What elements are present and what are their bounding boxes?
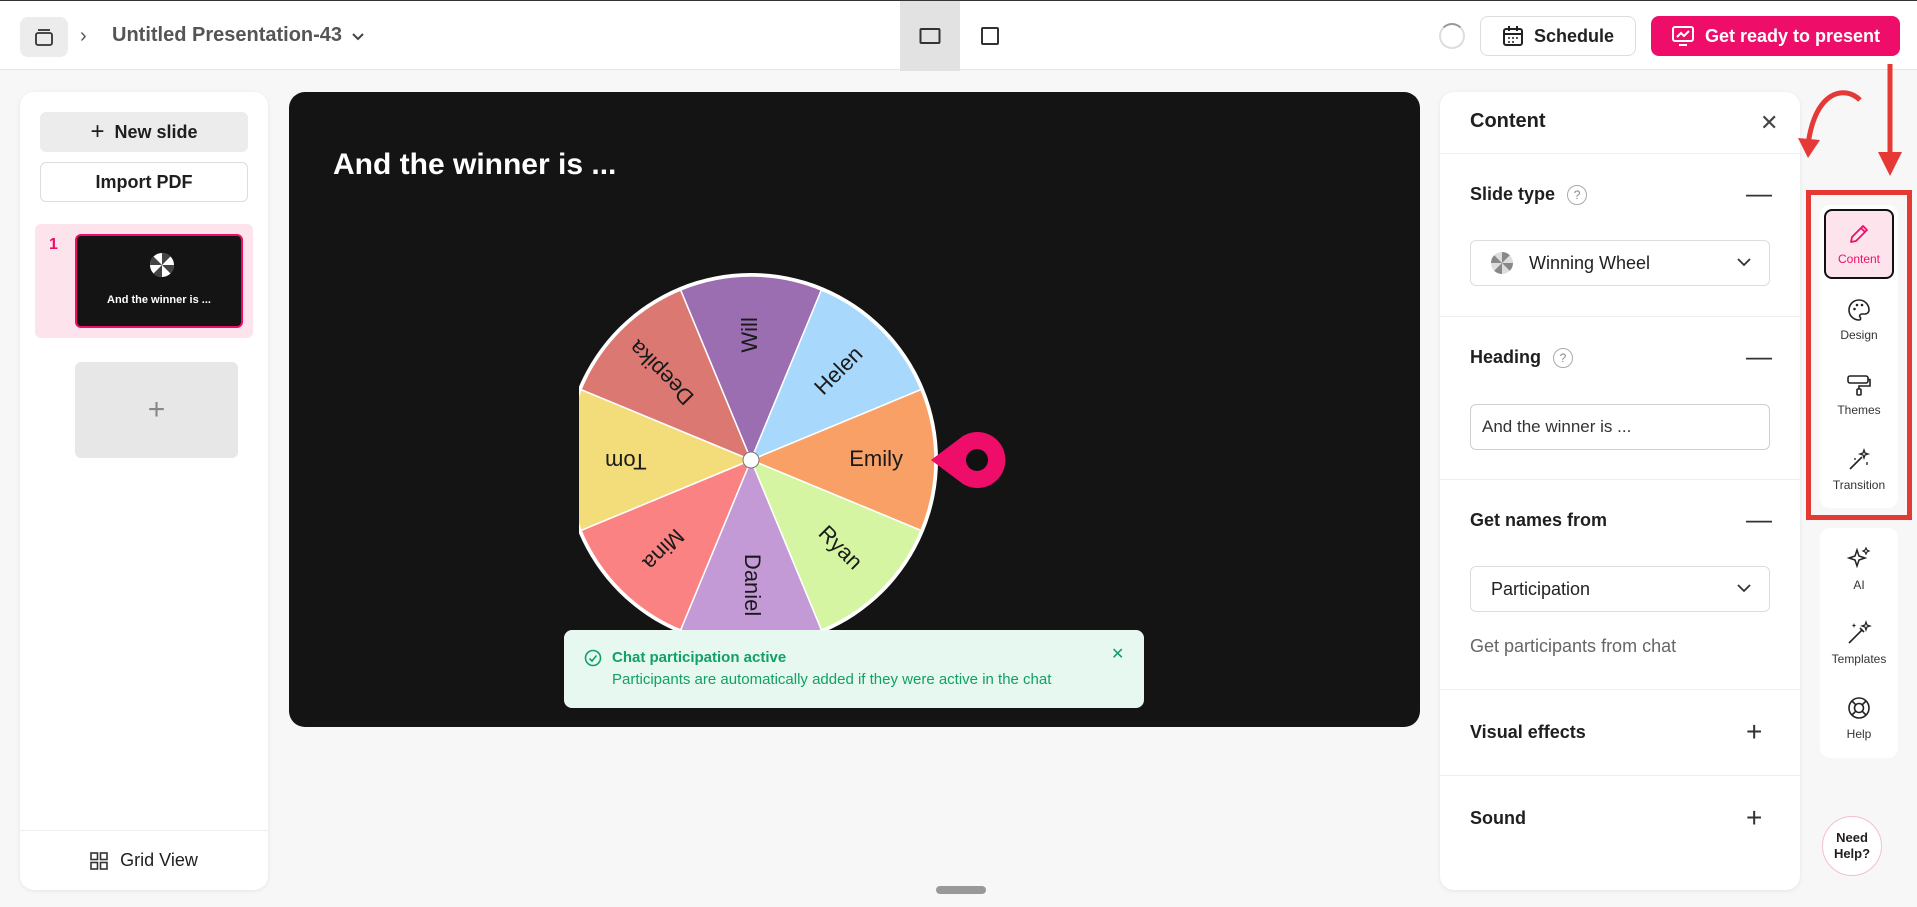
- heading-label: Heading ?: [1470, 347, 1574, 368]
- rail-item-label: AI: [1853, 578, 1865, 592]
- square-view-button[interactable]: [960, 1, 1020, 71]
- stack-menu-icon: [35, 29, 53, 46]
- content-panel-header: Content ✕: [1440, 92, 1800, 154]
- menu-button[interactable]: [20, 17, 68, 57]
- names-source-section: Get names from — Participation Get parti…: [1440, 480, 1800, 690]
- expand-plus-icon[interactable]: +: [1746, 718, 1762, 746]
- names-source-label: Get names from: [1470, 510, 1608, 530]
- new-slide-button[interactable]: + New slide: [40, 112, 248, 152]
- sound-section[interactable]: Sound +: [1440, 776, 1800, 862]
- need-help-button[interactable]: Need Help?: [1822, 816, 1882, 876]
- grid-view-button[interactable]: Grid View: [20, 830, 268, 890]
- widescreen-icon: [919, 28, 941, 44]
- wheel-segment-label: Tom: [605, 449, 647, 474]
- toast-body: Participants are automatically added if …: [612, 671, 1052, 688]
- chat-participation-toast: Chat participation active Participants a…: [564, 630, 1144, 708]
- slide-canvas[interactable]: And the winner is ... Will Helen Emily Ryan…: [289, 92, 1420, 727]
- content-panel: Content ✕ Slide type ? — Winning Wheel H…: [1440, 92, 1800, 890]
- chevron-down-icon: [1737, 258, 1751, 267]
- heading-input[interactable]: And the winner is ...: [1470, 404, 1770, 450]
- assist-tool-rail: AI Templates Help: [1820, 528, 1898, 758]
- add-slide-button[interactable]: +: [75, 362, 238, 458]
- widescreen-view-button[interactable]: [900, 1, 960, 71]
- grid-view-label: Grid View: [120, 850, 198, 870]
- slide-thumbnail[interactable]: And the winner is ...: [75, 234, 243, 328]
- loading-spinner-icon: [1439, 23, 1465, 49]
- wand-sparkle-icon: [1848, 620, 1872, 644]
- wheel-icon: [1490, 251, 1514, 275]
- help-icon[interactable]: ?: [1553, 347, 1574, 368]
- breadcrumb-chevron-icon: ›: [80, 25, 87, 47]
- rail-item-label: Help: [1846, 727, 1872, 741]
- square-icon: [981, 27, 999, 45]
- toast-title: Chat participation active: [612, 649, 787, 666]
- collapse-icon[interactable]: —: [1746, 343, 1772, 369]
- need-help-line2: Help?: [1833, 846, 1871, 861]
- document-title-text: Untitled Presentation-43: [112, 24, 343, 46]
- slide-type-label: Slide type ?: [1470, 184, 1588, 205]
- slide-type-select[interactable]: Winning Wheel: [1470, 240, 1770, 286]
- need-help-line1: Need: [1836, 830, 1868, 845]
- presentation-icon: [1671, 26, 1694, 46]
- collapse-icon[interactable]: —: [1746, 506, 1772, 532]
- slide-heading: And the winner is ...: [333, 148, 617, 181]
- heading-label-text: Heading: [1470, 347, 1542, 367]
- rail-item-label: Templates: [1831, 652, 1887, 666]
- visual-effects-label: Visual effects: [1470, 722, 1586, 742]
- document-title[interactable]: Untitled Presentation-43: [112, 24, 366, 47]
- top-bar: › Untitled Presentation-43 Schedule Get …: [0, 0, 1917, 71]
- schedule-button[interactable]: Schedule: [1480, 16, 1636, 56]
- plus-icon: +: [90, 118, 105, 145]
- slides-panel: + New slide Import PDF 1 And the winner …: [20, 92, 268, 890]
- resize-handle[interactable]: [936, 886, 986, 894]
- heading-section: Heading ? — And the winner is ...: [1440, 317, 1800, 480]
- slide-list-item[interactable]: 1 And the winner is ...: [35, 224, 253, 338]
- new-slide-label: New slide: [114, 121, 198, 142]
- rail-item-templates[interactable]: Templates: [1824, 608, 1894, 678]
- slide-type-section: Slide type ? — Winning Wheel: [1440, 154, 1800, 317]
- slide-type-value: Winning Wheel: [1529, 252, 1651, 273]
- wheel-thumbnail-icon: [149, 252, 175, 278]
- wheel-segment-label: Emily: [849, 446, 903, 471]
- rail-item-ai[interactable]: AI: [1824, 534, 1894, 604]
- chevron-down-icon: [1737, 584, 1751, 593]
- close-icon[interactable]: ✕: [1111, 644, 1124, 664]
- check-circle-icon: [584, 649, 602, 667]
- help-icon[interactable]: ?: [1567, 184, 1588, 205]
- content-panel-title: Content: [1470, 110, 1546, 132]
- plus-icon: +: [147, 393, 166, 426]
- wheel-segment-label: Daniel: [740, 554, 765, 616]
- sparkle-icon: [1846, 546, 1871, 569]
- close-icon[interactable]: ✕: [1760, 110, 1778, 136]
- lifebuoy-icon: [1848, 697, 1870, 719]
- view-toggle: [900, 1, 1020, 71]
- rail-item-help[interactable]: Help: [1824, 683, 1894, 753]
- slide-thumbnail-title: And the winner is ...: [107, 294, 211, 306]
- expand-plus-icon[interactable]: +: [1746, 804, 1762, 832]
- wheel-hub: [742, 451, 760, 469]
- slide-number: 1: [49, 236, 58, 253]
- calendar-icon: [1502, 26, 1523, 46]
- annotation-arrows: [1798, 64, 1902, 176]
- present-label: Get ready to present: [1704, 25, 1881, 46]
- visual-effects-section[interactable]: Visual effects +: [1440, 690, 1800, 776]
- import-pdf-button[interactable]: Import PDF: [40, 162, 248, 202]
- names-source-select[interactable]: Participation: [1470, 566, 1770, 612]
- sound-label: Sound: [1470, 808, 1526, 828]
- collapse-icon[interactable]: —: [1746, 180, 1772, 206]
- wheel-pointer-icon: [931, 432, 1006, 489]
- names-source-hint: Get participants from chat: [1470, 636, 1677, 656]
- wheel-segment-label: Will: [737, 317, 762, 352]
- annotation-highlight-box: [1806, 190, 1912, 520]
- chevron-down-icon: [352, 32, 364, 40]
- slide-type-label-text: Slide type: [1470, 184, 1556, 204]
- grid-icon: [90, 851, 108, 870]
- get-ready-to-present-button[interactable]: Get ready to present: [1651, 16, 1900, 56]
- names-source-value: Participation: [1491, 578, 1591, 599]
- schedule-label: Schedule: [1533, 25, 1615, 46]
